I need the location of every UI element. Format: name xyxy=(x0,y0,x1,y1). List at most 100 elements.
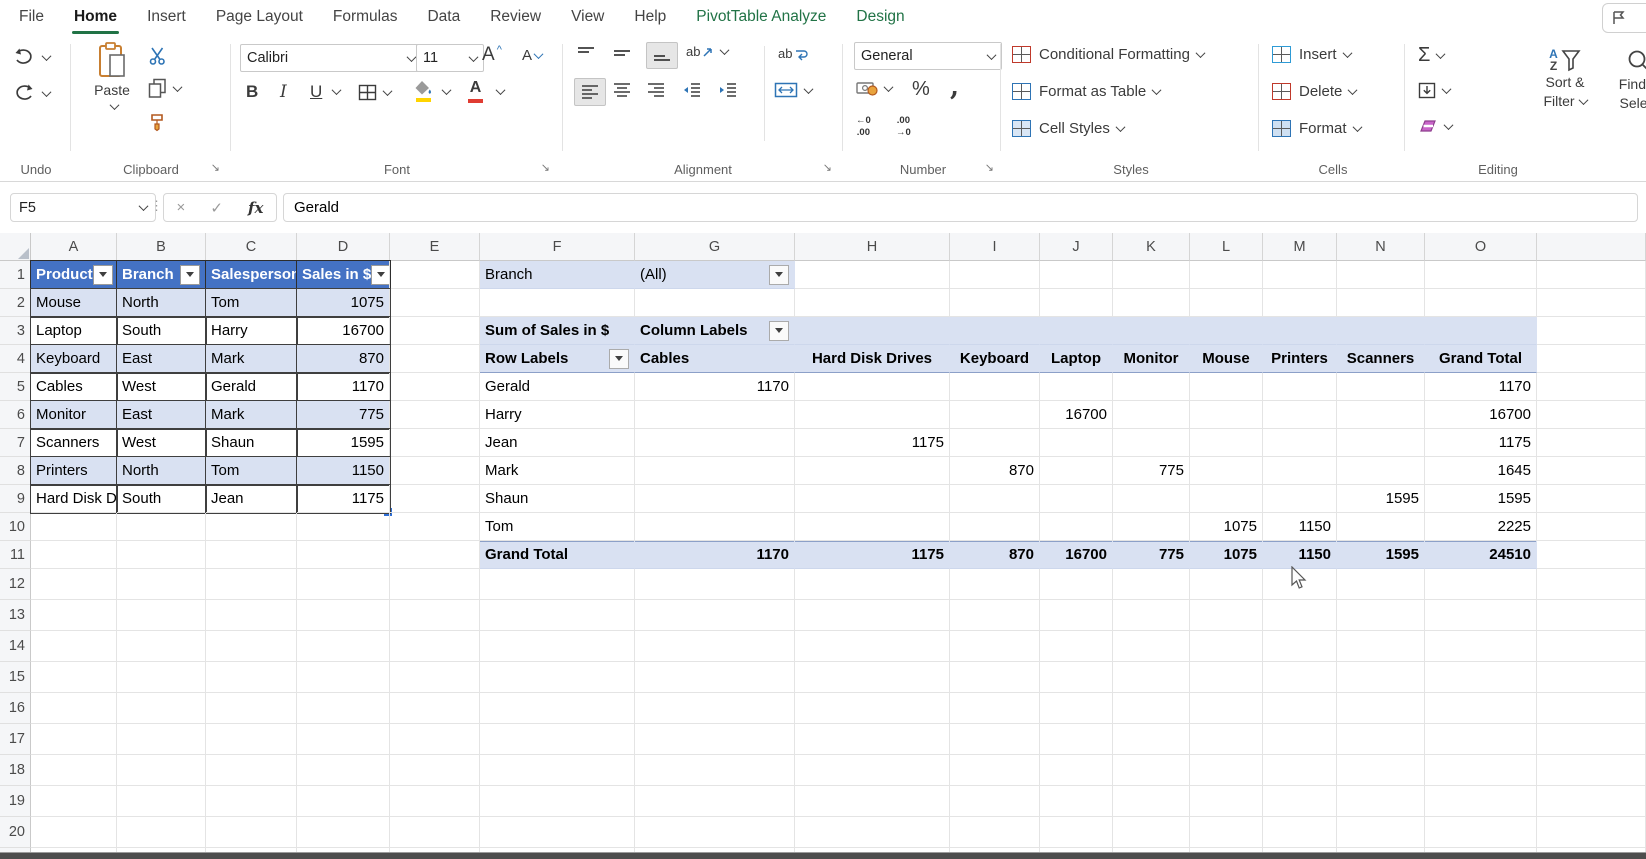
bold-button[interactable]: B xyxy=(246,82,258,102)
cell-O9[interactable]: 1595 xyxy=(1425,485,1537,513)
cell-J10[interactable] xyxy=(1040,513,1113,541)
number-format-select[interactable]: General xyxy=(854,42,1002,70)
cell-N9[interactable]: 1595 xyxy=(1337,485,1425,513)
cell-A10[interactable] xyxy=(31,513,117,541)
cell-N10[interactable] xyxy=(1337,513,1425,541)
cell-J4[interactable]: Laptop xyxy=(1040,345,1113,373)
cell-I6[interactable] xyxy=(950,401,1040,429)
cell-H16[interactable] xyxy=(795,693,950,724)
menu-tab-help[interactable]: Help xyxy=(619,0,681,34)
cell-G11[interactable]: 1170 xyxy=(635,541,795,569)
cell-I18[interactable] xyxy=(950,755,1040,786)
cell-I15[interactable] xyxy=(950,662,1040,693)
cell-G4[interactable]: Cables xyxy=(635,345,795,373)
conditional-formatting-button[interactable]: Conditional Formatting xyxy=(1012,46,1204,63)
cell-D16[interactable] xyxy=(297,693,390,724)
font-color-button[interactable]: A xyxy=(468,80,483,103)
cell-P5[interactable] xyxy=(1537,373,1646,401)
autosum-button[interactable]: Σ xyxy=(1418,44,1444,67)
formula-input[interactable]: Gerald xyxy=(283,193,1638,222)
cell-E16[interactable] xyxy=(390,693,480,724)
cell-L6[interactable] xyxy=(1190,401,1263,429)
cell-O10[interactable]: 2225 xyxy=(1425,513,1537,541)
row-header-16[interactable]: 16 xyxy=(0,693,31,724)
cell-K1[interactable] xyxy=(1113,261,1190,289)
cell-P18[interactable] xyxy=(1537,755,1646,786)
cell-F13[interactable] xyxy=(480,600,635,631)
cell-C3[interactable]: Harry xyxy=(206,317,297,345)
cell-A19[interactable] xyxy=(31,786,117,817)
cell-D15[interactable] xyxy=(297,662,390,693)
cell-A14[interactable] xyxy=(31,631,117,662)
cell-J11[interactable]: 16700 xyxy=(1040,541,1113,569)
cell-G19[interactable] xyxy=(635,786,795,817)
cell-O18[interactable] xyxy=(1425,755,1537,786)
cell-J15[interactable] xyxy=(1040,662,1113,693)
cell-E1[interactable] xyxy=(390,261,480,289)
cell-F2[interactable] xyxy=(480,289,635,317)
cell-N4[interactable]: Scanners xyxy=(1337,345,1425,373)
font-name-select[interactable]: Calibri xyxy=(240,44,422,72)
cell-O19[interactable] xyxy=(1425,786,1537,817)
cell-G17[interactable] xyxy=(635,724,795,755)
cell-B15[interactable] xyxy=(117,662,206,693)
cell-C4[interactable]: Mark xyxy=(206,345,297,373)
formula-bar-grip[interactable]: ⋮ xyxy=(150,198,163,214)
cell-A17[interactable] xyxy=(31,724,117,755)
cell-G7[interactable] xyxy=(635,429,795,457)
cell-H1[interactable] xyxy=(795,261,950,289)
cell-B3[interactable]: South xyxy=(117,317,206,345)
cell-J2[interactable] xyxy=(1040,289,1113,317)
cell-B8[interactable]: North xyxy=(117,457,206,485)
cell-A1[interactable]: Product xyxy=(31,261,117,289)
cell-O4[interactable]: Grand Total xyxy=(1425,345,1537,373)
cell-D5[interactable]: 1170 xyxy=(297,373,390,401)
cell-D11[interactable] xyxy=(297,541,390,569)
cell-M13[interactable] xyxy=(1263,600,1337,631)
cell-I20[interactable] xyxy=(950,817,1040,848)
row-header-20[interactable]: 20 xyxy=(0,817,31,848)
cell-F3[interactable]: Sum of Sales in $ xyxy=(480,317,635,345)
cell-L3[interactable] xyxy=(1190,317,1263,345)
cell-L11[interactable]: 1075 xyxy=(1190,541,1263,569)
cell-L9[interactable] xyxy=(1190,485,1263,513)
cell-M20[interactable] xyxy=(1263,817,1337,848)
col-header-A[interactable]: A xyxy=(31,233,117,261)
cell-I17[interactable] xyxy=(950,724,1040,755)
fill-button[interactable] xyxy=(1418,82,1450,99)
cell-N1[interactable] xyxy=(1337,261,1425,289)
cell-H15[interactable] xyxy=(795,662,950,693)
cell-I3[interactable] xyxy=(950,317,1040,345)
cell-H11[interactable]: 1175 xyxy=(795,541,950,569)
cell-A7[interactable]: Scanners xyxy=(31,429,117,457)
cell-K18[interactable] xyxy=(1113,755,1190,786)
cell-L13[interactable] xyxy=(1190,600,1263,631)
cell-A5[interactable]: Cables xyxy=(31,373,117,401)
cell-E12[interactable] xyxy=(390,569,480,600)
cell-O13[interactable] xyxy=(1425,600,1537,631)
cell-K17[interactable] xyxy=(1113,724,1190,755)
cell-A8[interactable]: Printers xyxy=(31,457,117,485)
cell-M15[interactable] xyxy=(1263,662,1337,693)
cell-P16[interactable] xyxy=(1537,693,1646,724)
row-header-13[interactable]: 13 xyxy=(0,600,31,631)
cell-F5[interactable]: Gerald xyxy=(480,373,635,401)
col-header-B[interactable]: B xyxy=(117,233,206,261)
cell-P11[interactable] xyxy=(1537,541,1646,569)
cell-L15[interactable] xyxy=(1190,662,1263,693)
row-header-12[interactable]: 12 xyxy=(0,569,31,600)
cell-M1[interactable] xyxy=(1263,261,1337,289)
col-header-H[interactable]: H xyxy=(795,233,950,261)
cell-P19[interactable] xyxy=(1537,786,1646,817)
menu-tab-formulas[interactable]: Formulas xyxy=(318,0,413,34)
cell-H2[interactable] xyxy=(795,289,950,317)
cell-B19[interactable] xyxy=(117,786,206,817)
cell-L12[interactable] xyxy=(1190,569,1263,600)
cell-I4[interactable]: Keyboard xyxy=(950,345,1040,373)
cell-C6[interactable]: Mark xyxy=(206,401,297,429)
cell-K13[interactable] xyxy=(1113,600,1190,631)
cell-F7[interactable]: Jean xyxy=(480,429,635,457)
cell-E6[interactable] xyxy=(390,401,480,429)
align-middle-button[interactable] xyxy=(612,46,632,61)
cell-F17[interactable] xyxy=(480,724,635,755)
